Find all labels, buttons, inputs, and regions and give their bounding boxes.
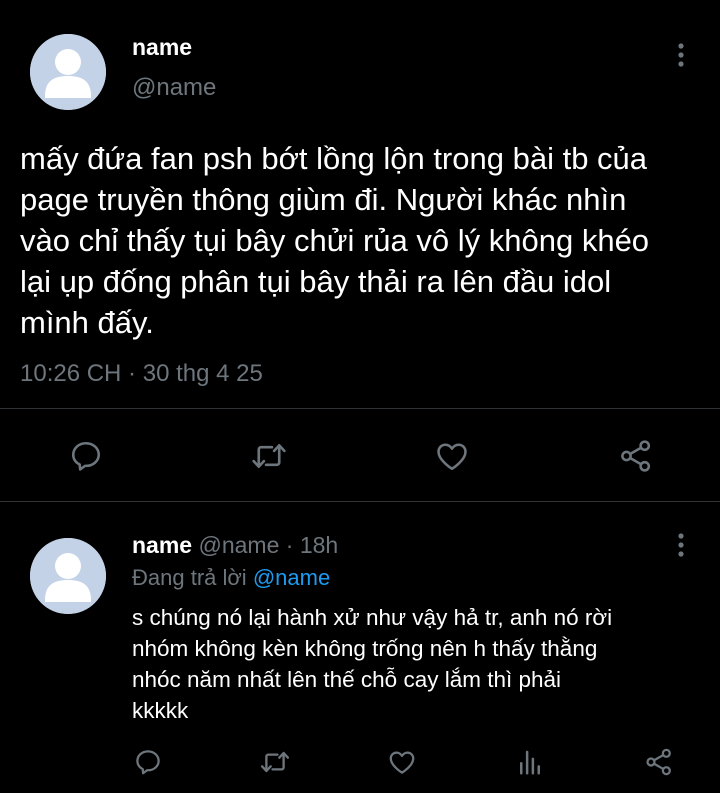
avatar[interactable]: [30, 34, 106, 110]
reply-button[interactable]: [62, 436, 110, 476]
reply-time-ago: · 18h: [285, 532, 339, 558]
author-display-name[interactable]: name: [132, 532, 192, 558]
tweet-text: mấy đứa fan psh bớt lồng lộn trong bài t…: [20, 141, 650, 340]
tweet-thread-screen: { "main_tweet": { "display_name": "name"…: [0, 0, 720, 793]
reply-text: s chúng nó lại hành xử như vậy hả tr, an…: [132, 605, 613, 723]
default-avatar-icon: [30, 538, 106, 614]
reply-icon: [71, 441, 101, 471]
replying-to-handle-link[interactable]: @name: [253, 565, 330, 590]
heart-icon: [437, 443, 467, 471]
replying-to: Đang trả lời @name: [132, 565, 330, 591]
author-display-name[interactable]: name: [132, 34, 192, 61]
like-button[interactable]: [382, 745, 422, 779]
tweet-timestamp[interactable]: 10:26 CH · 30 thg 4 25: [20, 360, 263, 388]
share-icon: [646, 748, 671, 776]
like-button[interactable]: [428, 436, 476, 476]
replying-to-label: Đang trả lời: [132, 565, 247, 590]
retweet-icon: [252, 444, 286, 468]
retweet-icon: [260, 751, 290, 773]
analytics-button[interactable]: [510, 745, 550, 779]
more-options-icon[interactable]: [671, 530, 691, 560]
retweet-button[interactable]: [245, 436, 293, 476]
retweet-button[interactable]: [254, 745, 296, 779]
reply-icon: [136, 750, 160, 775]
heart-icon: [389, 751, 415, 774]
author-handle[interactable]: @name: [198, 532, 279, 558]
analytics-icon: [520, 750, 540, 775]
reply-button[interactable]: [128, 745, 168, 779]
share-button[interactable]: [638, 744, 680, 780]
divider: [0, 408, 720, 409]
share-icon: [621, 440, 651, 472]
reply-header: name @name · 18h: [132, 532, 338, 559]
author-handle[interactable]: @name: [132, 74, 216, 102]
more-options-icon[interactable]: [671, 40, 691, 70]
avatar[interactable]: [30, 538, 106, 614]
default-avatar-icon: [30, 34, 106, 110]
divider: [0, 501, 720, 502]
share-button[interactable]: [612, 436, 660, 476]
